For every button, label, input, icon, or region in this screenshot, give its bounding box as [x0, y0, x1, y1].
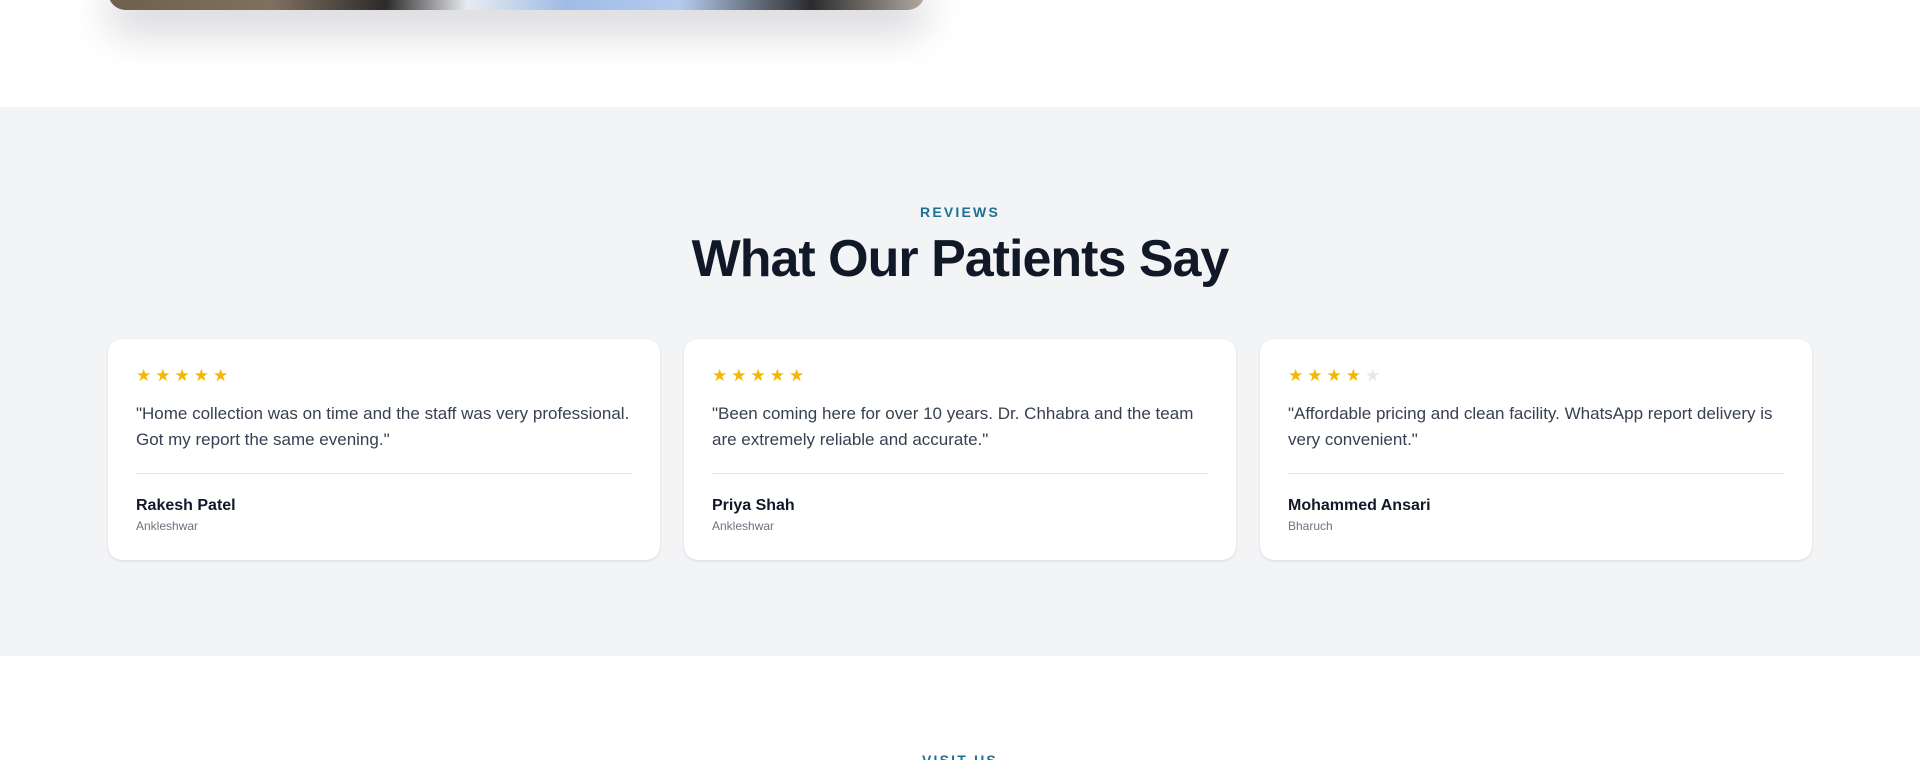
star-icon: ★: [1365, 366, 1381, 385]
star-rating: ★ ★ ★ ★ ★: [712, 367, 1208, 385]
star-icon: ★: [712, 366, 728, 385]
review-location: Ankleshwar: [712, 519, 775, 533]
star-rating: ★ ★ ★ ★ ★: [1288, 367, 1784, 385]
review-card: ★ ★ ★ ★ ★ "Home collection was on time and t…: [108, 339, 660, 560]
reviews-eyebrow: REVIEWS: [920, 204, 1000, 220]
divider: [136, 473, 632, 474]
star-icon: ★: [193, 366, 209, 385]
divider: [1288, 473, 1784, 474]
review-location: Ankleshwar: [136, 519, 199, 533]
review-quote: "Affordable pricing and clean facility. …: [1288, 404, 1773, 449]
star-icon: ★: [1326, 366, 1342, 385]
divider: [712, 473, 1208, 474]
review-card: ★ ★ ★ ★ ★ "Affordable pricing and clean faci…: [1260, 339, 1812, 560]
star-icon: ★: [750, 366, 766, 385]
review-quote: "Home collection was on time and the sta…: [136, 404, 630, 449]
star-icon: ★: [213, 366, 229, 385]
star-icon: ★: [174, 366, 190, 385]
star-icon: ★: [1288, 366, 1304, 385]
reviews-section: REVIEWS What Our Patients Say ★ ★ ★ ★ ★ "Hom…: [0, 107, 1920, 656]
review-location: Bharuch: [1288, 519, 1333, 533]
section-title: What Our Patients Say: [691, 230, 1230, 288]
star-rating: ★ ★ ★ ★ ★: [136, 367, 632, 385]
star-icon: ★: [731, 366, 747, 385]
star-icon: ★: [155, 366, 171, 385]
star-icon: ★: [136, 366, 152, 385]
review-quote: "Been coming here for over 10 years. Dr.…: [712, 404, 1194, 449]
review-card: ★ ★ ★ ★ ★ "Been coming here for over 10 year…: [684, 339, 1236, 560]
star-icon: ★: [1345, 366, 1361, 385]
star-icon: ★: [789, 366, 805, 385]
review-author: Rakesh Patel: [136, 497, 236, 514]
review-author: Priya Shah: [712, 497, 795, 514]
hero-photo: [108, 0, 925, 10]
review-author: Mohammed Ansari: [1288, 497, 1431, 514]
visit-us-eyebrow: VISIT US: [922, 752, 998, 760]
star-icon: ★: [769, 366, 785, 385]
star-icon: ★: [1307, 366, 1323, 385]
